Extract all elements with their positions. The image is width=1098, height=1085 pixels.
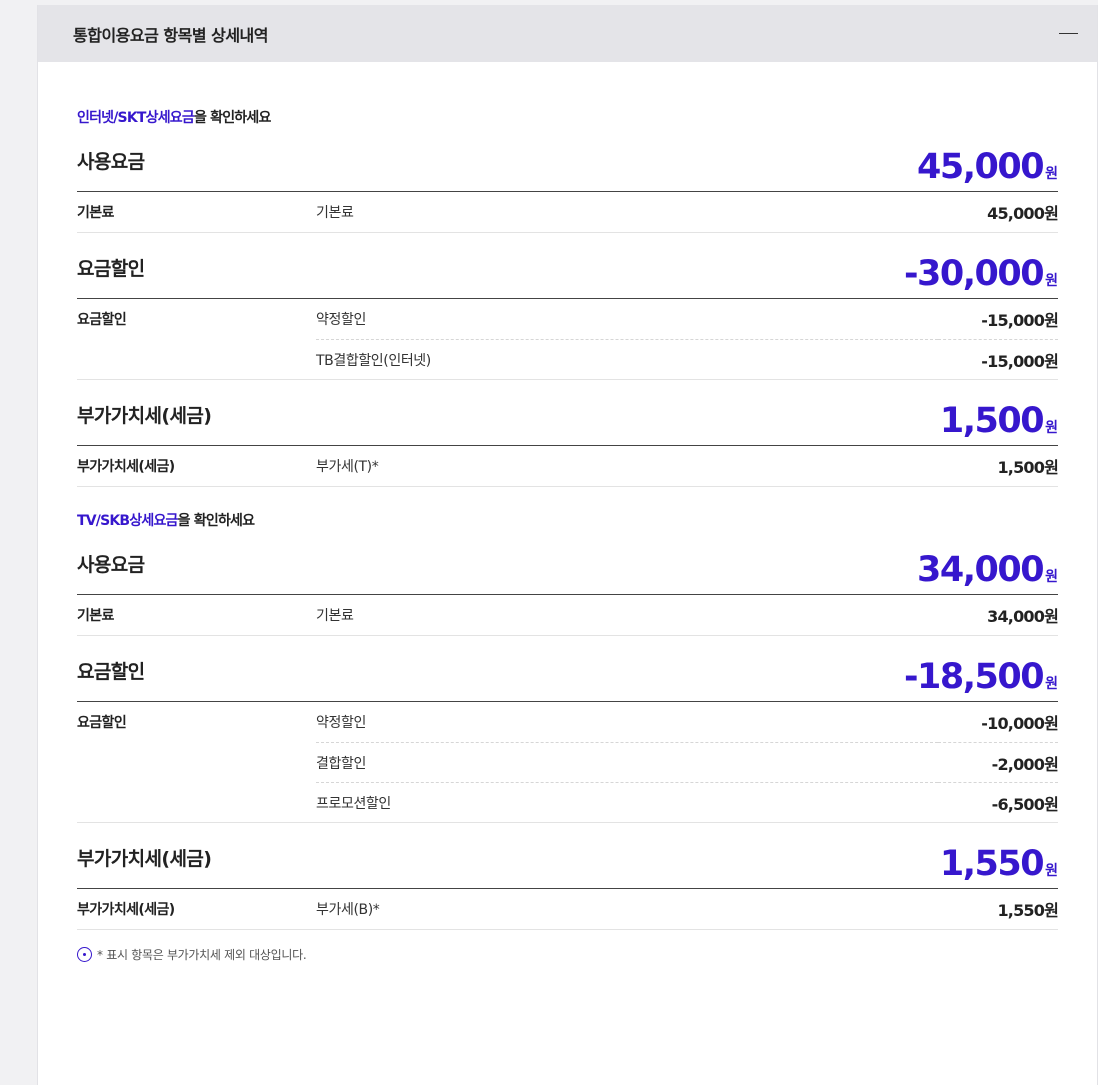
detail-link-suffix: 을 확인하세요	[177, 513, 255, 529]
charge-category	[77, 339, 316, 379]
charge-item-name: 기본료	[316, 205, 354, 221]
currency-unit: 원	[1045, 273, 1058, 289]
detail-link[interactable]: 인터넷/SKT상세요금	[77, 110, 195, 126]
vat-note: * 표시 항목은 부가가치세 제외 대상입니다.	[77, 946, 1058, 963]
charge-group-total: -30,000 원	[904, 255, 1058, 293]
currency-unit: 원	[1045, 166, 1058, 182]
currency-unit: 원	[1045, 569, 1058, 585]
info-circle-icon	[77, 947, 92, 962]
charge-group-total: 1,500 원	[940, 402, 1058, 440]
charge-category	[77, 782, 316, 822]
panel-title: 통합이용요금 항목별 상세내역	[73, 25, 269, 45]
charge-group-header: 요금할인 -30,000 원	[77, 255, 1058, 299]
charge-group-amount: 1,500	[939, 401, 1045, 441]
charge-item-amount: -10,000원	[981, 714, 1059, 733]
charge-item-amount: -15,000원	[938, 339, 1059, 379]
charge-group-header: 부가가치세(세금) 1,550 원	[77, 845, 1058, 889]
charge-category: 기본료	[77, 608, 114, 624]
charge-group-total: 1,550 원	[940, 845, 1058, 883]
charge-category: 부가가치세(세금)	[77, 459, 175, 475]
charge-category	[77, 742, 316, 782]
charge-item-amount: 45,000원	[987, 204, 1059, 223]
charge-group: 요금할인 -30,000 원 요금할인 약정할인 -15,000원 TB결합할인(인터넷) -…	[77, 255, 1059, 380]
charge-group-title: 사용요금	[77, 554, 145, 576]
sections: 인터넷/SKT상세요금을 확인하세요 사용요금 45,000 원 기본료 기본료 45,00…	[77, 110, 1059, 930]
charge-rows: 부가가치세(세금) 부가세(B)* 1,550원	[77, 889, 1059, 930]
charge-group-header: 사용요금 34,000 원	[77, 551, 1058, 595]
section-detail-link: TV/SKB상세요금을 확인하세요	[77, 513, 1058, 529]
charge-item-name: 기본료	[316, 608, 354, 624]
charge-category: 부가가치세(세금)	[77, 902, 175, 918]
charge-row: 기본료 기본료 34,000원	[77, 595, 1059, 635]
charge-group-amount: 34,000	[917, 550, 1045, 590]
charge-group-amount: -30,000	[904, 254, 1045, 294]
detail-link-suffix: 을 확인하세요	[193, 110, 271, 126]
charge-group-title: 부가가치세(세금)	[77, 405, 212, 427]
charge-group-amount: 45,000	[917, 147, 1045, 187]
charge-group-amount: -18,500	[904, 657, 1045, 697]
charge-group-amount: 1,550	[939, 844, 1045, 884]
charge-row: 요금할인 약정할인 -10,000원	[77, 702, 1059, 742]
charge-category: 요금할인	[77, 715, 127, 731]
charge-category: 요금할인	[77, 312, 127, 328]
charge-row: 프로모션할인 -6,500원	[77, 782, 1059, 822]
charge-item-name: TB결합할인(인터넷)	[316, 339, 938, 379]
charge-item-name: 프로모션할인	[316, 782, 938, 822]
currency-unit: 원	[1045, 676, 1058, 692]
charge-item-name: 부가세(T)*	[316, 459, 379, 475]
charge-item-name: 부가세(B)*	[316, 902, 380, 918]
collapse-icon[interactable]	[1058, 24, 1078, 44]
panel-header: 통합이용요금 항목별 상세내역	[38, 5, 1097, 62]
charge-category: 기본료	[77, 205, 114, 221]
charge-group-title: 요금할인	[77, 661, 145, 683]
charge-item-name: 약정할인	[316, 715, 366, 731]
charge-group: 부가가치세(세금) 1,550 원 부가가치세(세금) 부가세(B)* 1,550원	[77, 845, 1059, 930]
panel-content: 인터넷/SKT상세요금을 확인하세요 사용요금 45,000 원 기본료 기본료 45,00…	[38, 62, 1097, 963]
charge-row: 요금할인 약정할인 -15,000원	[77, 299, 1059, 339]
charge-row: 기본료 기본료 45,000원	[77, 192, 1059, 232]
charge-row: 부가가치세(세금) 부가세(T)* 1,500원	[77, 446, 1059, 486]
charge-rows: 기본료 기본료 45,000원	[77, 192, 1059, 233]
section-detail-link: 인터넷/SKT상세요금을 확인하세요	[77, 110, 1058, 126]
charge-group: 부가가치세(세금) 1,500 원 부가가치세(세금) 부가세(T)* 1,500원	[77, 402, 1059, 487]
charge-row: 결합할인 -2,000원	[77, 742, 1059, 782]
charge-group: 사용요금 34,000 원 기본료 기본료 34,000원	[77, 551, 1059, 636]
charge-group: 사용요금 45,000 원 기본료 기본료 45,000원	[77, 148, 1059, 233]
charge-rows: 부가가치세(세금) 부가세(T)* 1,500원	[77, 446, 1059, 487]
charge-group-header: 요금할인 -18,500 원	[77, 658, 1058, 702]
charge-item-name: 결합할인	[316, 742, 938, 782]
charge-rows: 기본료 기본료 34,000원	[77, 595, 1059, 636]
charge-group-total: -18,500 원	[904, 658, 1058, 696]
charge-group-title: 사용요금	[77, 151, 145, 173]
detail-link[interactable]: TV/SKB상세요금	[77, 513, 178, 529]
currency-unit: 원	[1045, 863, 1058, 879]
charge-row: TB결합할인(인터넷) -15,000원	[77, 339, 1059, 379]
charge-group-total: 34,000 원	[917, 551, 1058, 589]
billing-detail-panel: 통합이용요금 항목별 상세내역 인터넷/SKT상세요금을 확인하세요 사용요금 45…	[37, 5, 1098, 1085]
charge-group-header: 사용요금 45,000 원	[77, 148, 1058, 192]
charge-item-amount: 1,500원	[997, 458, 1058, 477]
currency-unit: 원	[1045, 420, 1058, 436]
charge-group: 요금할인 -18,500 원 요금할인 약정할인 -10,000원 결합할인 -2,000원 프…	[77, 658, 1059, 823]
charge-group-header: 부가가치세(세금) 1,500 원	[77, 402, 1058, 446]
charge-group-title: 요금할인	[77, 258, 145, 280]
charge-rows: 요금할인 약정할인 -15,000원 TB결합할인(인터넷) -15,000원	[77, 299, 1059, 380]
charge-group-total: 45,000 원	[917, 148, 1058, 186]
charge-group-title: 부가가치세(세금)	[77, 848, 212, 870]
charge-item-name: 약정할인	[316, 312, 366, 328]
charge-item-amount: -2,000원	[938, 742, 1059, 782]
charge-item-amount: 34,000원	[987, 607, 1059, 626]
vat-note-text: * 표시 항목은 부가가치세 제외 대상입니다.	[97, 948, 307, 962]
charge-item-amount: 1,550원	[997, 901, 1058, 920]
charge-item-amount: -15,000원	[981, 311, 1059, 330]
charge-rows: 요금할인 약정할인 -10,000원결합할인 -2,000원 프로모션할인 -6,500원	[77, 702, 1059, 823]
charge-row: 부가가치세(세금) 부가세(B)* 1,550원	[77, 889, 1059, 929]
charge-item-amount: -6,500원	[938, 782, 1059, 822]
